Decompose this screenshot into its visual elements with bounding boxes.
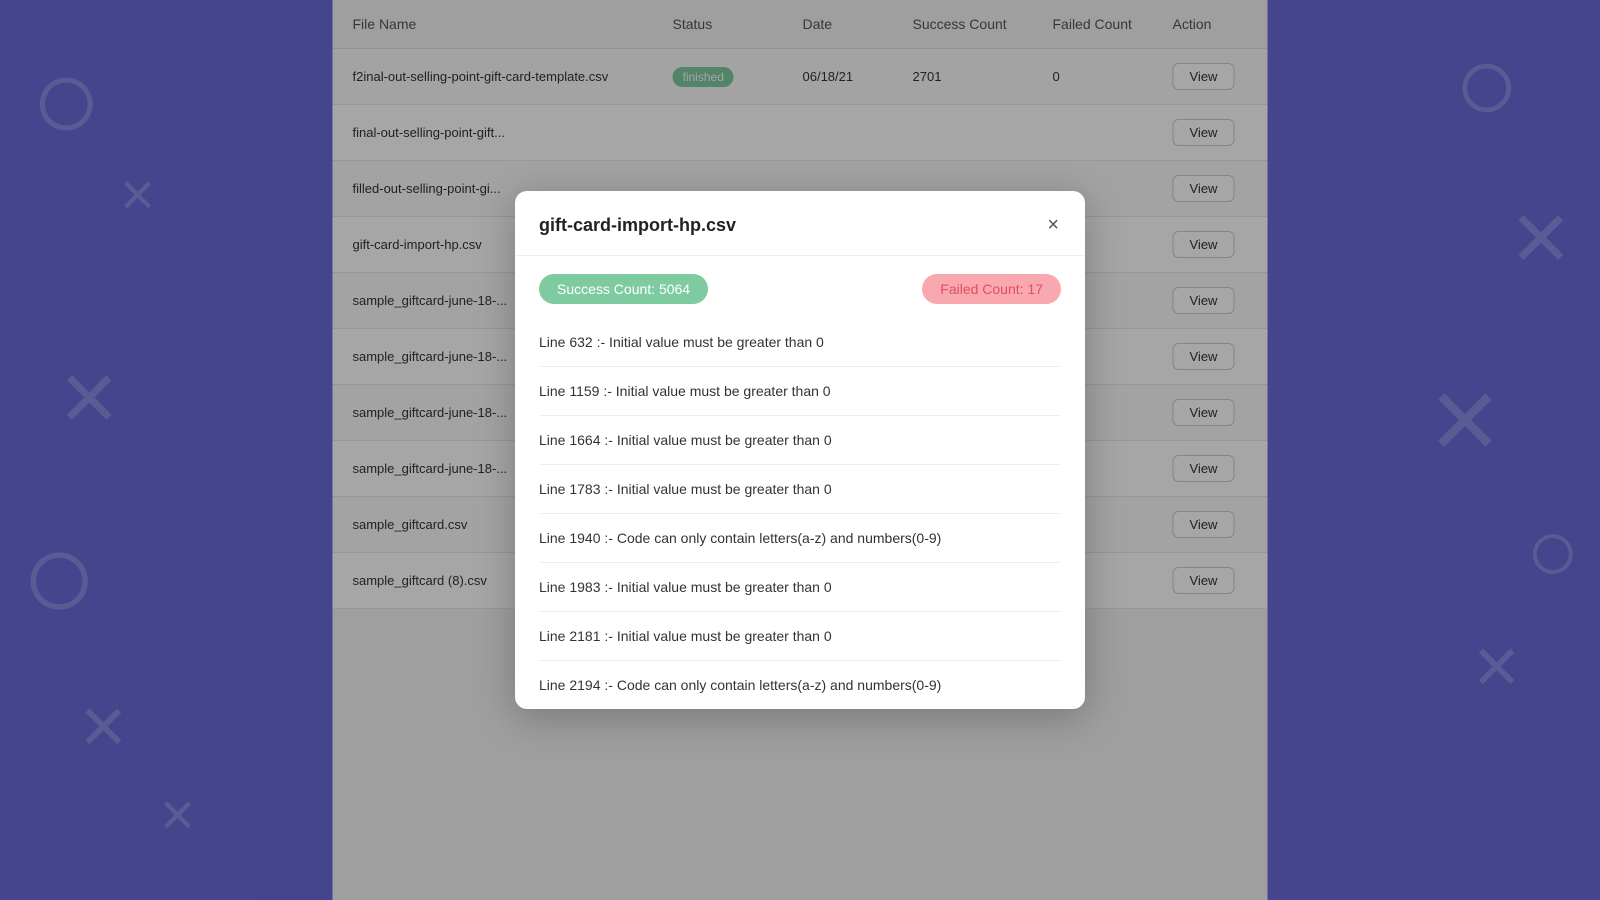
error-item: Line 632 :- Initial value must be greate… (539, 318, 1061, 367)
modal-error-list: Line 632 :- Initial value must be greate… (515, 318, 1085, 709)
error-item: Line 1983 :- Initial value must be great… (539, 563, 1061, 612)
error-item: Line 1783 :- Initial value must be great… (539, 465, 1061, 514)
error-item: Line 2194 :- Code can only contain lette… (539, 661, 1061, 709)
failed-count-badge: Failed Count: 17 (922, 274, 1061, 304)
modal-header: gift-card-import-hp.csv × (515, 191, 1085, 256)
modal: gift-card-import-hp.csv × Success Count:… (515, 191, 1085, 709)
modal-overlay[interactable]: gift-card-import-hp.csv × Success Count:… (0, 0, 1600, 900)
error-item: Line 1940 :- Code can only contain lette… (539, 514, 1061, 563)
modal-close-button[interactable]: × (1045, 213, 1061, 237)
error-item: Line 2181 :- Initial value must be great… (539, 612, 1061, 661)
modal-title: gift-card-import-hp.csv (539, 215, 736, 236)
error-item: Line 1159 :- Initial value must be great… (539, 367, 1061, 416)
modal-counts: Success Count: 5064 Failed Count: 17 (515, 256, 1085, 318)
error-item: Line 1664 :- Initial value must be great… (539, 416, 1061, 465)
success-count-badge: Success Count: 5064 (539, 274, 708, 304)
